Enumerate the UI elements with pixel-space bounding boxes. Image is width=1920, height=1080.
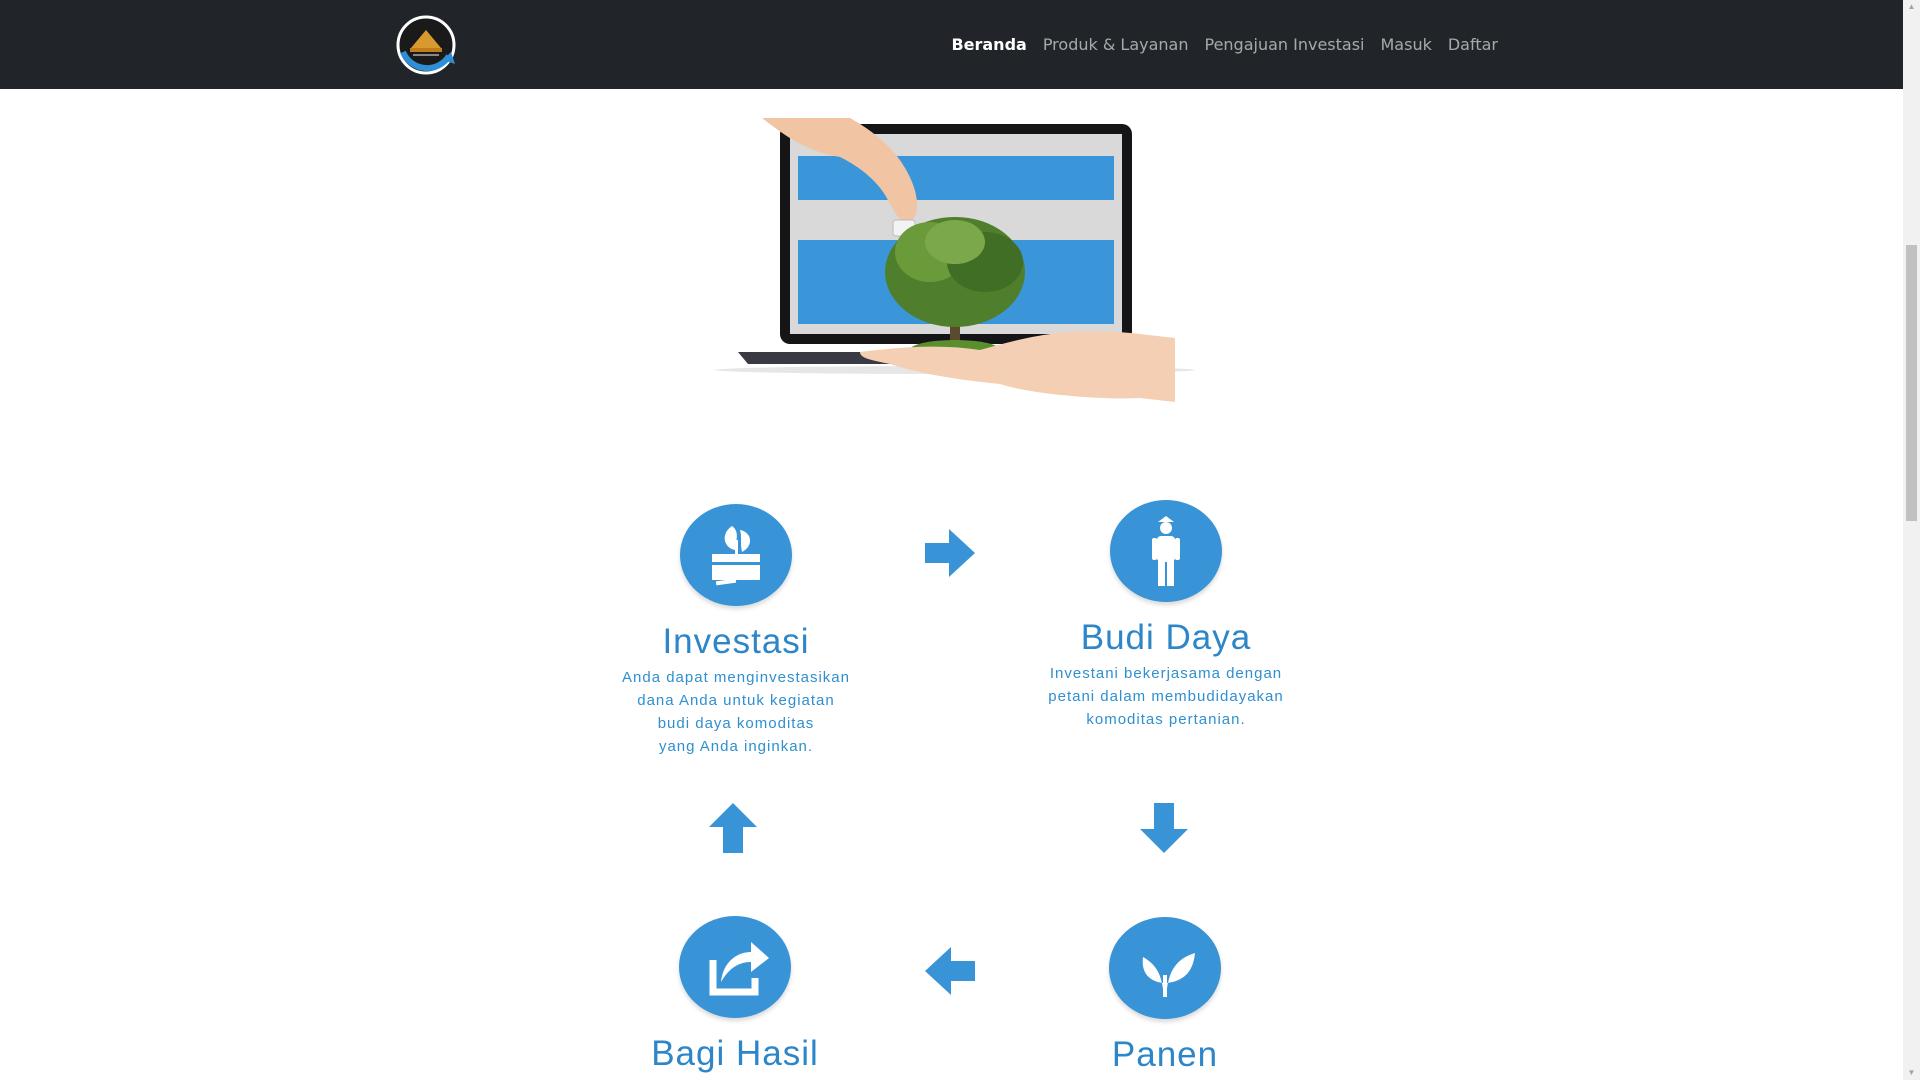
- step-title-bagihasil: Bagi Hasil: [651, 1034, 819, 1073]
- step-title-panen: Panen: [1111, 1035, 1219, 1074]
- step-budidaya: Budi Daya Investani bekerjasama dengan p…: [1031, 500, 1301, 731]
- desc-line: yang Anda inginkan.: [658, 738, 814, 755]
- hero-illustration: [715, 118, 1195, 402]
- arrow-right-icon: [925, 529, 975, 577]
- arrow-up-icon: [709, 803, 757, 853]
- desc-line: Investani bekerjasama dengan: [1049, 665, 1283, 682]
- arrow-down-icon: [1140, 803, 1188, 853]
- navbar: Beranda Produk & Layanan Pengajuan Inves…: [0, 0, 1903, 89]
- desc-line: budi daya komoditas: [657, 715, 815, 732]
- step-title-investasi: Investasi: [662, 622, 810, 661]
- nav-beranda[interactable]: Beranda: [951, 35, 1026, 54]
- scrollbar-thumb[interactable]: [1906, 245, 1917, 521]
- step-bagihasil: Bagi Hasil: [600, 916, 870, 1074]
- share-icon: [679, 916, 791, 1018]
- arrow-left-icon: [925, 947, 975, 995]
- scrollbar-track[interactable]: [1903, 0, 1920, 1080]
- sprout-icon: [1109, 917, 1221, 1019]
- invest-box-icon: [680, 504, 792, 606]
- step-title-budidaya: Budi Daya: [1080, 618, 1252, 657]
- nav-masuk[interactable]: Masuk: [1381, 35, 1432, 54]
- step-investasi: Investasi Anda dapat menginvestasikan da…: [601, 504, 871, 758]
- scroll-down-icon[interactable]: ▼: [1906, 1068, 1917, 1078]
- nav-produk-layanan[interactable]: Produk & Layanan: [1043, 35, 1189, 54]
- investani-logo[interactable]: [393, 12, 459, 78]
- nav-daftar[interactable]: Daftar: [1448, 35, 1498, 54]
- nav-pengajuan-investasi[interactable]: Pengajuan Investasi: [1204, 35, 1364, 54]
- nav-links: Beranda Produk & Layanan Pengajuan Inves…: [951, 0, 1498, 89]
- scroll-up-icon[interactable]: ▲: [1906, 2, 1917, 12]
- step-desc-investasi: Anda dapat menginvestasikan dana Anda un…: [601, 666, 871, 758]
- farmer-icon: [1110, 500, 1222, 602]
- step-desc-budidaya: Investani bekerjasama dengan petani dala…: [1031, 662, 1301, 731]
- desc-line: komoditas pertanian.: [1086, 711, 1246, 728]
- step-panen: Panen: [1030, 917, 1300, 1075]
- desc-line: Anda dapat menginvestasikan: [622, 669, 850, 686]
- desc-line: petani dalam membudidayakan: [1048, 688, 1284, 705]
- desc-line: dana Anda untuk kegiatan: [637, 692, 835, 709]
